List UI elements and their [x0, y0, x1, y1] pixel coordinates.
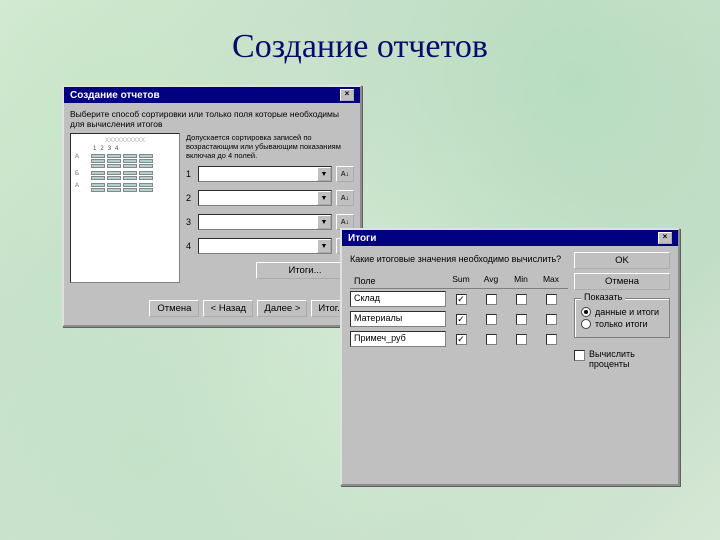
slide-title: Создание отчетов — [0, 28, 720, 66]
col-sum: Sum — [446, 274, 476, 288]
checkbox[interactable] — [486, 314, 497, 325]
chevron-down-icon[interactable]: ▼ — [317, 239, 331, 253]
sort-combo-2[interactable]: ▼ — [198, 190, 332, 206]
checkbox[interactable]: ✓ — [456, 334, 467, 345]
ok-button[interactable]: OK — [574, 252, 670, 269]
col-max: Max — [536, 274, 566, 288]
window-report-wizard: Создание отчетов × Выберите способ сорти… — [62, 85, 362, 327]
field-name: Материалы — [350, 311, 446, 327]
close-icon[interactable]: × — [658, 232, 672, 244]
chevron-down-icon[interactable]: ▼ — [317, 191, 331, 205]
group-legend: Показать — [581, 292, 625, 302]
sort-num-3: 3 — [186, 217, 194, 227]
sort-combo-3[interactable]: ▼ — [198, 214, 332, 230]
titlebar-itogi[interactable]: Итоги × — [342, 230, 678, 246]
checkbox[interactable] — [546, 314, 557, 325]
table-head-field: Поле — [350, 274, 446, 288]
col-avg: Avg — [476, 274, 506, 288]
back-button[interactable]: < Назад — [203, 300, 253, 317]
cancel-button[interactable]: Отмена — [574, 273, 670, 290]
radio-label: данные и итоги — [595, 307, 659, 317]
checkbox[interactable]: ✓ — [456, 314, 467, 325]
col-min: Min — [506, 274, 536, 288]
radio-data-and-totals[interactable] — [581, 307, 591, 317]
show-group: Показать данные и итоги только итоги — [574, 298, 670, 338]
window-itogi: Итоги × Какие итоговые значения необходи… — [340, 228, 680, 486]
radio-totals-only[interactable] — [581, 319, 591, 329]
window-title: Итоги — [348, 233, 376, 244]
close-icon[interactable]: × — [340, 89, 354, 101]
report-preview: XXXXXXXXXX 1 2 3 4 А Б — [70, 133, 180, 283]
checkbox[interactable] — [516, 294, 527, 305]
sort-num-4: 4 — [186, 241, 194, 251]
sort-combo-4[interactable]: ▼ — [198, 238, 332, 254]
chevron-down-icon[interactable]: ▼ — [317, 215, 331, 229]
sort-asc-icon[interactable]: A↓ — [336, 190, 354, 206]
sort-num-2: 2 — [186, 193, 194, 203]
checkbox[interactable]: ✓ — [456, 294, 467, 305]
titlebar-wizard[interactable]: Создание отчетов × — [64, 87, 360, 103]
sort-combo-1[interactable]: ▼ — [198, 166, 332, 182]
table-row: Склад ✓ — [350, 289, 568, 309]
window-title: Создание отчетов — [70, 90, 160, 101]
checkbox[interactable] — [546, 294, 557, 305]
checkbox[interactable] — [546, 334, 557, 345]
wizard-sub-instruction: Допускается сортировка записей по возрас… — [186, 133, 354, 160]
table-row: Примеч_руб ✓ — [350, 329, 568, 349]
radio-label: только итоги — [595, 319, 648, 329]
checkbox[interactable] — [486, 294, 497, 305]
checkbox[interactable] — [516, 334, 527, 345]
chevron-down-icon[interactable]: ▼ — [317, 167, 331, 181]
cancel-button[interactable]: Отмена — [149, 300, 199, 317]
percent-label: Вычислить проценты — [589, 350, 670, 370]
sort-asc-icon[interactable]: A↓ — [336, 166, 354, 182]
checkbox[interactable] — [486, 334, 497, 345]
fields-table: Поле Sum Avg Min Max Склад ✓ Материал — [350, 274, 568, 349]
percent-checkbox[interactable] — [574, 350, 585, 361]
sort-num-1: 1 — [186, 169, 194, 179]
wizard-instruction: Выберите способ сортировки или только по… — [70, 109, 354, 129]
table-row: Материалы ✓ — [350, 309, 568, 329]
field-name: Примеч_руб — [350, 331, 446, 347]
checkbox[interactable] — [516, 314, 527, 325]
next-button[interactable]: Далее > — [257, 300, 307, 317]
field-name: Склад — [350, 291, 446, 307]
